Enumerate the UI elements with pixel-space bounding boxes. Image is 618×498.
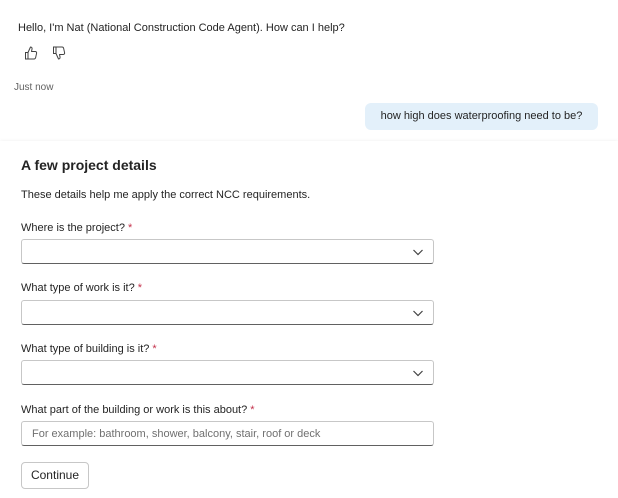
work-type-select[interactable] xyxy=(21,300,434,325)
required-marker: * xyxy=(250,404,255,416)
chevron-down-icon xyxy=(413,370,423,377)
project-details-card: A few project details These details help… xyxy=(0,141,618,498)
field-label-text: Where is the project? xyxy=(21,222,125,234)
message-timestamp: Just now xyxy=(14,82,54,93)
field-label-building-type: What type of building is it? * xyxy=(21,343,157,355)
field-label-text: What part of the building or work is thi… xyxy=(21,404,248,416)
thumbs-up-icon[interactable] xyxy=(23,45,39,61)
chevron-down-icon xyxy=(413,249,423,256)
required-marker: * xyxy=(152,343,157,355)
feedback-row xyxy=(23,45,67,61)
building-part-field xyxy=(21,421,434,446)
field-label-text: What type of work is it? xyxy=(21,282,135,294)
field-label-text: What type of building is it? xyxy=(21,343,150,355)
building-type-select[interactable] xyxy=(21,360,434,385)
field-label-building-part: What part of the building or work is thi… xyxy=(21,404,255,416)
building-part-input[interactable] xyxy=(22,422,433,445)
bot-message: Hello, I'm Nat (National Construction Co… xyxy=(18,22,345,34)
user-message-bubble: how high does waterproofing need to be? xyxy=(365,103,598,130)
required-marker: * xyxy=(137,282,142,294)
field-label-work-type: What type of work is it? * xyxy=(21,282,142,294)
location-select[interactable] xyxy=(21,239,434,264)
thumbs-down-icon[interactable] xyxy=(51,45,67,61)
chevron-down-icon xyxy=(413,310,423,317)
card-title: A few project details xyxy=(21,157,157,173)
continue-button[interactable]: Continue xyxy=(21,462,89,489)
field-label-location: Where is the project? * xyxy=(21,222,132,234)
card-description: These details help me apply the correct … xyxy=(21,189,311,201)
required-marker: * xyxy=(127,222,133,234)
